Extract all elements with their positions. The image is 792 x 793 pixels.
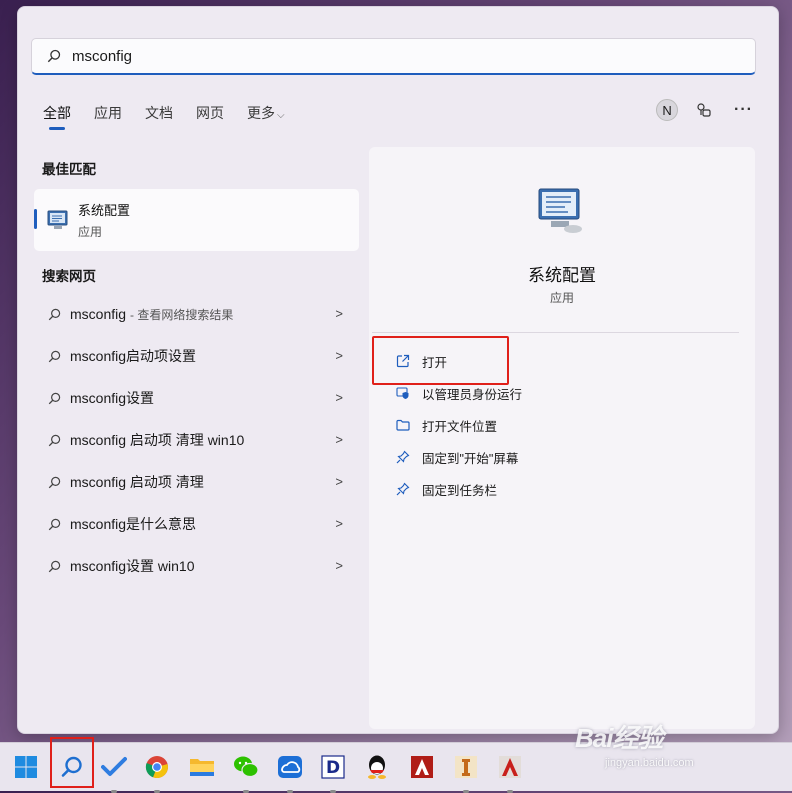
watermark-url: jingyan.baidu.com — [605, 757, 694, 769]
web-search-heading: 搜索网页 — [42, 269, 96, 284]
action-open-file-location-label: 打开文件位置 — [422, 419, 498, 434]
autocad-icon[interactable] — [495, 752, 525, 793]
detail-pane: 系统配置 应用 打开 以管理员身份运行 打开文件位置 固定到"开始"屏幕 固定到… — [369, 147, 755, 729]
windows-start-icon[interactable] — [11, 752, 41, 782]
avatar[interactable]: N — [656, 99, 679, 121]
share-icon[interactable] — [696, 102, 712, 118]
best-match-title: 系统配置 — [78, 203, 131, 218]
search-icon — [48, 392, 61, 404]
web-suggestion-text: msconfig设置 — [70, 390, 155, 406]
chrome-icon[interactable] — [142, 752, 172, 793]
folder-icon — [396, 419, 410, 431]
search-icon — [48, 476, 61, 488]
action-pin-to-taskbar[interactable]: 固定到任务栏 — [369, 473, 755, 505]
divider — [372, 332, 739, 333]
tab-apps[interactable]: 应用 — [94, 103, 122, 123]
admin-shield-icon — [396, 387, 409, 399]
tab-all[interactable]: 全部 — [43, 103, 71, 130]
tab-web[interactable]: 网页 — [196, 103, 224, 123]
best-match-subtitle: 应用 — [78, 225, 103, 239]
web-suggestion-text: msconfig 启动项 清理 win10 — [70, 432, 245, 448]
qq-icon[interactable] — [362, 752, 392, 782]
web-suggestion-text: msconfig 启动项 清理 — [70, 474, 204, 490]
app-i-icon[interactable] — [451, 752, 481, 793]
search-icon — [48, 518, 61, 530]
pin-icon — [396, 482, 410, 496]
system-config-icon — [47, 210, 68, 229]
detail-subtitle: 应用 — [549, 291, 574, 305]
annotation-highlight-open — [372, 336, 509, 385]
web-suggestion-item[interactable]: msconfig设置 > — [34, 377, 359, 419]
watermark: Bai经验 jingyan.baidu.com — [575, 718, 694, 769]
chevron-right-icon: > — [335, 432, 343, 447]
annotation-highlight-search — [50, 737, 94, 788]
wechat-icon[interactable] — [231, 752, 261, 793]
search-input[interactable] — [70, 46, 674, 66]
pin-icon — [396, 450, 410, 464]
web-suggestion-item[interactable]: msconfig 启动项 清理 > — [34, 461, 359, 503]
chevron-down-icon: ⌵ — [277, 110, 285, 121]
autocad-red-icon[interactable] — [407, 752, 437, 782]
detail-title: 系统配置 — [528, 266, 596, 285]
action-pin-to-start[interactable]: 固定到"开始"屏幕 — [369, 441, 755, 473]
web-suggestion-text: msconfig设置 win10 — [70, 558, 195, 574]
web-suggestion-hint: - 查看网络搜索结果 — [130, 307, 234, 322]
web-suggestion-text: msconfig启动项设置 — [70, 348, 197, 364]
chevron-right-icon: > — [335, 558, 343, 573]
chevron-right-icon: > — [335, 390, 343, 405]
system-config-large-icon — [538, 188, 582, 233]
svg-text:D: D — [326, 758, 340, 778]
web-suggestion-text: msconfig — [70, 306, 127, 322]
baidu-netdisk-icon[interactable] — [275, 752, 305, 793]
todo-icon[interactable] — [99, 752, 129, 793]
top-right-controls: N ··· — [656, 99, 753, 121]
search-icon — [48, 308, 61, 320]
action-pin-to-taskbar-label: 固定到任务栏 — [422, 483, 498, 498]
chevron-right-icon: > — [335, 516, 343, 531]
tab-more-label: 更多 — [247, 105, 275, 121]
search-icon — [48, 560, 61, 572]
chevron-right-icon: > — [335, 348, 343, 363]
start-search-panel: 全部 应用 文档 网页 更多⌵ N ··· 最佳匹配 系 — [17, 6, 779, 734]
filter-tabs: 全部 应用 文档 网页 更多 ⌵ — [43, 103, 308, 130]
more-options-icon[interactable]: ··· — [734, 101, 753, 119]
tab-documents[interactable]: 文档 — [145, 103, 173, 123]
best-match-heading: 最佳匹配 — [42, 162, 96, 177]
best-match-item[interactable]: 系统配置 应用 — [34, 189, 359, 251]
web-suggestions-list: msconfig - 查看网络搜索结果 > msconfig启动项设置 > ms… — [34, 293, 359, 587]
web-suggestion-item[interactable]: msconfig设置 win10 > — [34, 545, 359, 587]
action-pin-to-start-label: 固定到"开始"屏幕 — [422, 451, 519, 466]
watermark-brand: Bai经验 — [575, 723, 663, 753]
action-open-file-location[interactable]: 打开文件位置 — [369, 409, 755, 441]
action-run-as-admin-label: 以管理员身份运行 — [422, 387, 523, 402]
web-suggestion-item[interactable]: msconfig 启动项 清理 win10 > — [34, 419, 359, 461]
search-icon — [48, 350, 61, 362]
selection-indicator — [34, 209, 37, 229]
search-icon — [47, 49, 61, 63]
web-suggestion-item[interactable]: msconfig启动项设置 > — [34, 335, 359, 377]
web-suggestion-item[interactable]: msconfig - 查看网络搜索结果 > — [34, 293, 359, 335]
tab-more[interactable]: 更多 ⌵ — [247, 103, 285, 123]
search-icon — [48, 434, 61, 446]
search-box[interactable] — [31, 38, 756, 75]
web-suggestion-item[interactable]: msconfig是什么意思 > — [34, 503, 359, 545]
app-d-icon[interactable]: D — [318, 752, 348, 793]
chevron-right-icon: > — [335, 474, 343, 489]
web-suggestion-text: msconfig是什么意思 — [70, 516, 197, 532]
file-explorer-icon[interactable] — [187, 752, 217, 782]
chevron-right-icon: > — [335, 306, 343, 321]
